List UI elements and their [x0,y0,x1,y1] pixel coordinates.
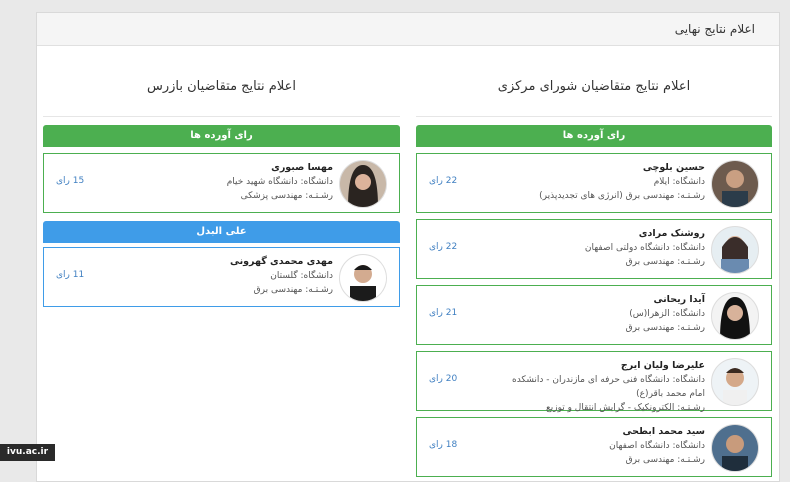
candidate-votes: 22 رای [429,242,458,252]
candidate-name: مهدی محمدی گهرونی [229,256,333,267]
inspector-title: اعلام نتایج متقاضیان بازرس [43,58,400,117]
candidate-university: دانشگاه: دانشگاه فنی حرفه ای مازندران - … [511,375,705,385]
candidate-university: دانشگاه: ایلام [653,177,705,187]
candidate-votes: 21 رای [429,308,458,318]
alternate-header: علی البدل [43,221,400,243]
candidate-major: رشـتـه: مهندسی برق [253,285,333,295]
candidate-card: علیرضا ولیان ایرج دانشگاه: دانشگاه فنی ح… [416,351,772,413]
candidate-votes: 15 رای [56,176,85,186]
candidate-name: حسین بلوچی [642,162,705,173]
inspector-column: اعلام نتایج متقاضیان بازرس رای آورده ها … [43,58,400,307]
candidate-avatar [711,358,759,406]
candidate-major: رشـتـه: الکترونکیک - گرایش انتقال و توزی… [545,403,705,413]
central-council-column: اعلام نتایج متقاضیان شورای مرکزی رای آور… [416,58,772,477]
candidate-name: علیرضا ولیان ایرج [620,360,705,371]
candidate-votes: 18 رای [429,440,458,450]
candidate-card: آیدا ریحانی دانشگاه: الزهرا(س) رشـتـه: م… [416,285,772,345]
candidate-avatar [339,160,387,208]
inspector-elected-header: رای آورده ها [43,125,400,147]
candidate-major: رشـتـه: مهندسی برق [625,257,705,267]
candidate-name: آیدا ریحانی [653,294,705,305]
candidate-name: سید محمد ابطحی [622,426,705,437]
candidate-avatar [711,424,759,472]
candidate-card: مهدی محمدی گهرونی دانشگاه: گلستان رشـتـه… [43,247,400,307]
central-elected-header: رای آورده ها [416,125,772,147]
candidate-major: رشـتـه: مهندسی برق [625,323,705,333]
candidate-university-extra: امام محمد باقر(ع) [636,389,705,399]
candidate-card: روشنک مرادی دانشگاه: دانشگاه دولتی اصفها… [416,219,772,279]
panel-header: اعلام نتایج نهایی [37,13,779,46]
candidate-votes: 11 رای [56,270,85,280]
candidate-name: مهسا صبوری [271,162,333,173]
candidate-major: رشـتـه: مهندسی برق [625,455,705,465]
results-panel: اعلام نتایج نهایی اعلام نتایج متقاضیان ش… [36,12,780,482]
candidate-university: دانشگاه: الزهرا(س) [629,309,705,319]
candidate-name: روشنک مرادی [638,228,705,239]
candidate-card: سید محمد ابطحی دانشگاه: دانشگاه اصفهان ر… [416,417,772,477]
candidate-major: رشـتـه: مهندسی برق (انرژی های تجدیدپذیر) [539,191,705,201]
central-council-title: اعلام نتایج متقاضیان شورای مرکزی [416,58,772,117]
candidate-card: حسین بلوچی دانشگاه: ایلام رشـتـه: مهندسی… [416,153,772,213]
candidate-university: دانشگاه: دانشگاه دولتی اصفهان [584,243,705,253]
candidate-avatar [711,226,759,274]
candidate-university: دانشگاه: دانشگاه اصفهان [609,441,705,451]
candidate-avatar [711,292,759,340]
candidate-university: دانشگاه: گلستان [270,271,333,281]
site-watermark: ivu.ac.ir [0,444,55,461]
candidate-avatar [339,254,387,302]
candidate-university: دانشگاه: دانشگاه شهید خیام [226,177,333,187]
candidate-votes: 22 رای [429,176,458,186]
candidate-avatar [711,160,759,208]
candidate-votes: 20 رای [429,374,458,384]
candidate-major: رشـتـه: مهندسی پزشکی [240,191,333,201]
candidate-card: مهسا صبوری دانشگاه: دانشگاه شهید خیام رش… [43,153,400,213]
